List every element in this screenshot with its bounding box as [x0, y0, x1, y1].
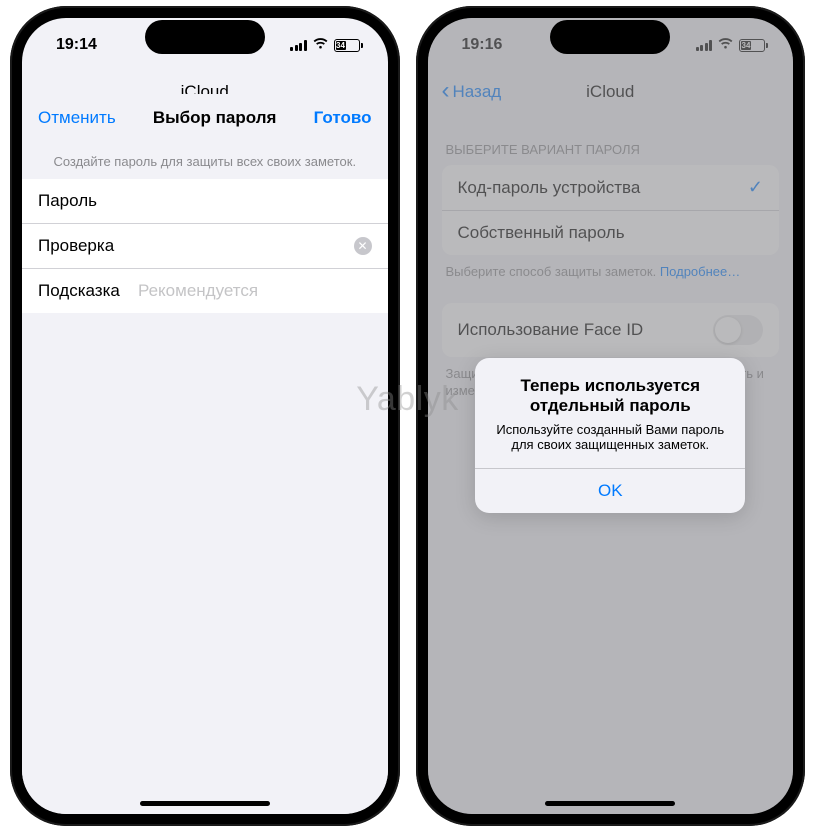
- verify-row[interactable]: Проверка ✕: [22, 224, 388, 269]
- clear-icon[interactable]: ✕: [354, 237, 372, 255]
- done-button[interactable]: Готово: [314, 108, 372, 128]
- battery-icon: 34: [334, 39, 360, 52]
- cancel-button[interactable]: Отменить: [38, 108, 116, 128]
- modal-sheet: Отменить Выбор пароля Готово Создайте па…: [22, 94, 388, 814]
- alert-title: Теперь используется отдельный пароль: [475, 358, 745, 418]
- status-time: 19:14: [56, 36, 97, 54]
- dynamic-island: [550, 20, 670, 54]
- hint-label: Подсказка: [38, 281, 138, 301]
- phone-left: 19:14 34 iCloud Отменить Выбор пароля: [10, 6, 400, 826]
- alert-ok-button[interactable]: OK: [475, 469, 745, 513]
- alert-dialog: Теперь используется отдельный пароль Исп…: [475, 358, 745, 513]
- sheet-title: Выбор пароля: [153, 108, 277, 128]
- sheet-hint: Создайте пароль для защиты всех своих за…: [22, 142, 388, 179]
- password-label: Пароль: [38, 191, 138, 211]
- home-indicator[interactable]: [545, 801, 675, 806]
- home-indicator[interactable]: [140, 801, 270, 806]
- verify-label: Проверка: [38, 236, 138, 256]
- hint-field[interactable]: Рекомендуется: [138, 281, 372, 301]
- dynamic-island: [145, 20, 265, 54]
- phone-right: 19:16 34 ‹ Назад iCloud: [416, 6, 806, 826]
- password-row[interactable]: Пароль: [22, 179, 388, 224]
- cellular-icon: [290, 39, 307, 51]
- hint-row[interactable]: Подсказка Рекомендуется: [22, 269, 388, 313]
- wifi-icon: [312, 37, 329, 53]
- alert-message: Используйте созданный Вами пароль для св…: [475, 418, 745, 468]
